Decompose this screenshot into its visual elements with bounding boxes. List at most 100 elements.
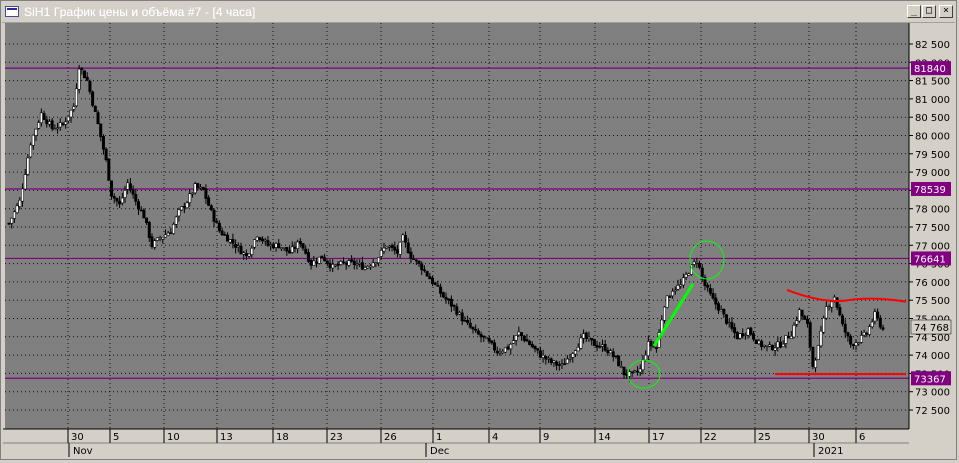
candle-body: [252, 239, 256, 248]
level-price-label: 81840: [914, 64, 946, 75]
candle-body: [808, 322, 812, 348]
candle-body: [633, 370, 637, 373]
candle-body: [169, 232, 173, 234]
candle-body: [662, 306, 666, 321]
price-tick-label: 77 500: [915, 223, 950, 234]
candle-body: [487, 338, 491, 342]
candle-body: [719, 309, 723, 312]
candle-body: [269, 244, 273, 246]
candle-body: [174, 216, 178, 225]
candle-body: [495, 350, 499, 354]
candle-body: [698, 263, 702, 268]
chart-window: SiH1 График цены и объёма #7 - [4 часа] …: [0, 0, 957, 460]
candle-body: [490, 340, 494, 344]
candle-body: [433, 282, 437, 285]
candle-body: [166, 232, 170, 236]
price-chart[interactable]: 72 50073 00073 50074 00074 50075 00075 5…: [3, 23, 957, 459]
candle-body: [136, 201, 140, 210]
candle-body: [395, 249, 399, 254]
candle-body: [417, 261, 421, 264]
title-bar[interactable]: SiH1 График цены и объёма #7 - [4 часа] …: [2, 2, 955, 23]
candle-body: [652, 346, 656, 348]
candle-body: [692, 261, 696, 265]
chart-svg: 72 50073 00073 50074 00074 50075 00075 5…: [3, 23, 957, 457]
candle-body: [536, 348, 540, 351]
candle-body: [525, 339, 529, 342]
candle-body: [468, 322, 472, 328]
candle-body: [770, 345, 774, 351]
candle-body: [377, 257, 381, 264]
price-tick-label: 73 000: [915, 388, 950, 399]
candle-body: [511, 340, 515, 344]
candle-body: [304, 248, 308, 254]
candle-body: [234, 244, 238, 248]
candle-body: [398, 241, 402, 255]
candle-body: [331, 264, 335, 269]
candle-body: [420, 263, 424, 271]
candle-body: [285, 247, 289, 252]
candle-body: [735, 332, 739, 340]
candle-body: [390, 245, 394, 248]
price-tick-label: 74 500: [915, 333, 950, 344]
maximize-button[interactable]: □: [922, 5, 936, 18]
candle-body: [142, 209, 146, 219]
day-tick-label: 17: [652, 432, 665, 443]
candle-body: [644, 354, 648, 361]
day-tick-label: 1: [436, 432, 442, 443]
candle-body: [579, 337, 583, 349]
candle-body: [39, 112, 43, 124]
candle-body: [320, 255, 324, 258]
candle-body: [261, 238, 265, 242]
close-button[interactable]: ×: [939, 5, 953, 18]
price-tick-label: 78 000: [915, 205, 950, 216]
candle-body: [849, 335, 853, 345]
candle-body: [749, 327, 753, 335]
price-axis[interactable]: 72 50073 00073 50074 00074 50075 00075 5…: [908, 23, 957, 429]
candle-body: [700, 267, 704, 277]
candle-body: [630, 371, 634, 373]
candle-body: [573, 350, 577, 355]
candle-body: [412, 258, 416, 261]
candle-body: [123, 190, 127, 198]
candle-body: [773, 347, 777, 351]
minimize-button[interactable]: _: [907, 5, 921, 18]
candle-body: [482, 335, 486, 338]
candle-body: [47, 121, 51, 125]
candle-body: [800, 309, 804, 317]
candle-body: [347, 260, 351, 266]
candle-body: [344, 262, 348, 265]
candle-body: [387, 245, 391, 248]
candle-body: [309, 260, 313, 266]
candle-body: [668, 296, 672, 298]
candle-body: [271, 244, 275, 249]
candle-body: [862, 332, 866, 336]
candle-body: [528, 340, 532, 345]
candle-body: [474, 328, 478, 331]
candle-body: [325, 260, 329, 264]
candle-body: [484, 337, 488, 339]
day-tick-label: 22: [704, 432, 717, 443]
candle-body: [72, 106, 76, 110]
candle-body: [676, 285, 680, 290]
candle-body: [188, 193, 192, 203]
candle-body: [733, 327, 737, 334]
candle-body: [401, 234, 405, 242]
candle-body: [155, 237, 159, 241]
candle-body: [69, 109, 73, 118]
candle-body: [725, 314, 729, 324]
candle-body: [61, 123, 65, 125]
day-tick-label: 25: [758, 432, 771, 443]
day-tick-label: 10: [167, 432, 180, 443]
month-tick-label: Nov: [73, 446, 93, 457]
candle-body: [110, 180, 114, 197]
candle-body: [258, 237, 262, 240]
time-axis[interactable]: 30 5 10 13 18 23 26 1 4 9 14 17 22 25 30 6Nov Dec 2021: [3, 428, 956, 457]
candle-body: [379, 250, 383, 257]
candle-body: [333, 264, 337, 267]
candle-body: [584, 332, 588, 339]
candle-body: [64, 121, 68, 125]
candle-body: [865, 332, 869, 335]
candle-body: [444, 296, 448, 300]
candle-body: [339, 261, 343, 265]
candle-body: [493, 342, 497, 351]
